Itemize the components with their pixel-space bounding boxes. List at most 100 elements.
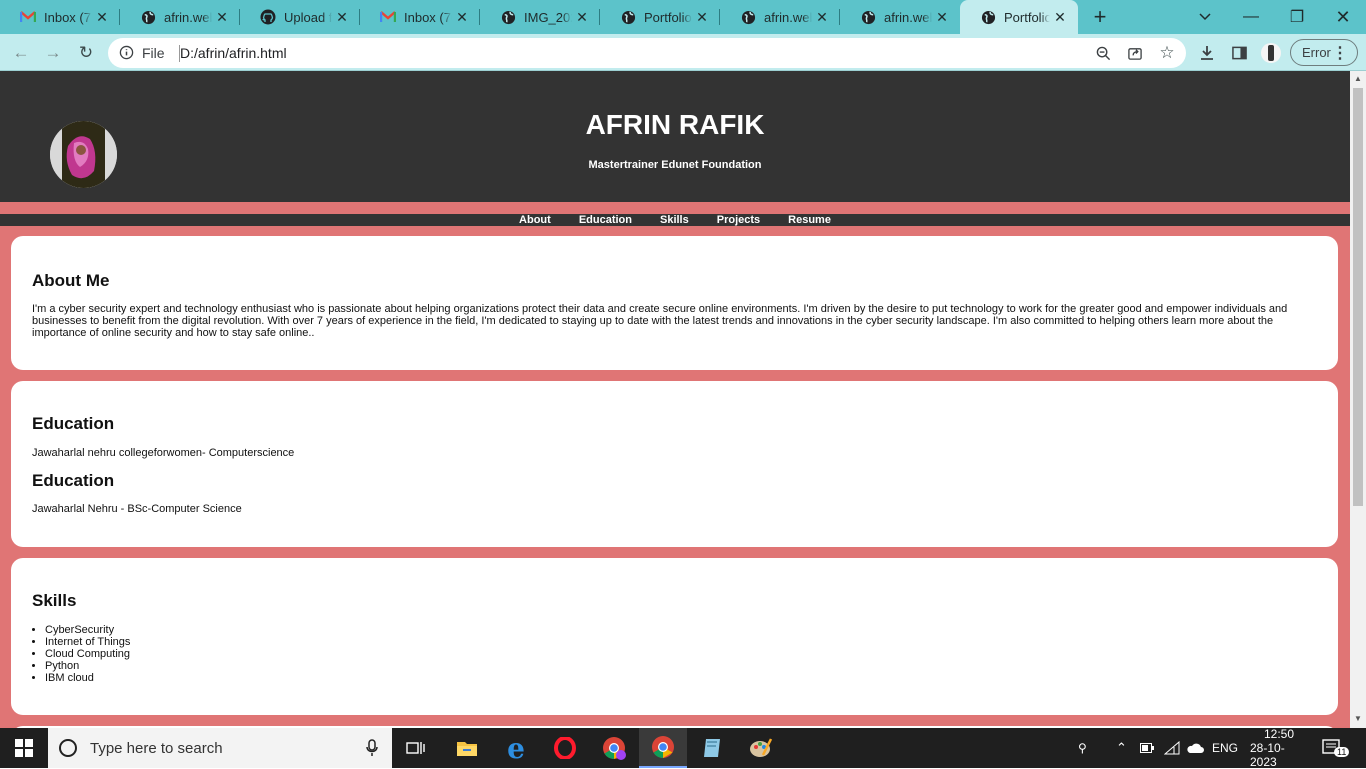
show-hidden-icons-chevron-icon[interactable]: ⌃ (1116, 728, 1127, 768)
share-icon[interactable] (1122, 40, 1148, 66)
microphone-icon[interactable] (366, 739, 378, 762)
site-tagline: Mastertrainer Edunet Foundation (588, 159, 762, 171)
education-entry: Jawaharlal nehru collegeforwomen- Comput… (32, 447, 295, 459)
tab-title: Inbox (70) (404, 9, 452, 25)
page-viewport: AFRIN RAFIK Mastertrainer Edunet Foundat… (0, 71, 1350, 728)
minimize-button[interactable]: — (1228, 0, 1274, 34)
network-icon[interactable] (1164, 728, 1180, 768)
nav-education[interactable]: Education (579, 214, 632, 226)
tab-portfolio-active[interactable]: Portfolio ✕ (960, 0, 1078, 34)
clock-date: 28-10-2023 (1250, 741, 1285, 769)
language-indicator[interactable]: ENG (1212, 728, 1238, 768)
reload-icon[interactable]: ↻ (73, 40, 99, 66)
nav-resume[interactable]: Resume (788, 214, 831, 226)
profile-avatar-icon[interactable] (1258, 40, 1284, 66)
close-icon[interactable]: ✕ (692, 9, 712, 26)
tab-title: Upload file (284, 9, 332, 25)
forward-arrow-icon[interactable]: → (40, 40, 66, 66)
close-icon[interactable]: ✕ (932, 9, 952, 26)
tab-upload-file[interactable]: Upload file ✕ (240, 0, 360, 34)
close-window-button[interactable]: ✕ (1320, 0, 1366, 34)
skills-list: CyberSecurity Internet of Things Cloud C… (45, 624, 130, 684)
chrome-profile-icon[interactable] (590, 728, 638, 768)
battery-icon[interactable] (1140, 728, 1154, 768)
tab-img[interactable]: IMG_2023 ✕ (480, 0, 600, 34)
about-heading: About Me (32, 271, 110, 290)
nav-projects[interactable]: Projects (717, 214, 760, 226)
globe-icon (620, 9, 636, 25)
close-icon[interactable]: ✕ (92, 9, 112, 26)
profile-error-button[interactable]: Error ⋮ (1290, 39, 1358, 66)
close-icon[interactable]: ✕ (572, 9, 592, 26)
scroll-down-arrow-icon[interactable]: ▼ (1354, 714, 1362, 723)
skill-item: Internet of Things (45, 636, 130, 648)
notebook-app-icon[interactable] (688, 728, 736, 768)
search-placeholder: Type here to search (90, 739, 223, 757)
back-arrow-icon[interactable]: ← (8, 40, 34, 66)
browser-toolbar: ← → ↻ File D:/afrin/afrin.html ☆ Error ⋮ (0, 34, 1366, 71)
tab-strip: Inbox (71) ✕ afrin.webp ✕ Upload file ✕ … (0, 0, 1366, 34)
about-text: I'm a cyber security expert and technolo… (32, 303, 1288, 339)
about-section: About Me I'm a cyber security expert and… (11, 236, 1338, 370)
scroll-up-arrow-icon[interactable]: ▲ (1354, 74, 1362, 83)
onedrive-cloud-icon[interactable] (1186, 728, 1204, 768)
close-icon[interactable]: ✕ (332, 9, 352, 26)
clock[interactable]: 12:50 28-10-2023 (1250, 727, 1308, 769)
scheme-label: File (142, 45, 165, 61)
nav-skills[interactable]: Skills (660, 214, 689, 226)
new-tab-button[interactable]: + (1078, 0, 1122, 34)
side-panel-icon[interactable] (1226, 40, 1252, 66)
globe-icon (740, 9, 756, 25)
site-nav: About Education Skills Projects Resume (0, 214, 1350, 226)
menu-dots-icon[interactable]: ⋮ (1332, 43, 1348, 63)
info-icon[interactable] (119, 45, 134, 65)
notification-center-icon[interactable]: 11 (1322, 728, 1350, 768)
windows-start-icon[interactable] (0, 728, 48, 768)
url-text[interactable]: D:/afrin/afrin.html (180, 45, 287, 61)
globe-icon (500, 9, 516, 25)
tab-search-chevron-icon[interactable] (1192, 0, 1218, 34)
people-icon[interactable]: ⚲ (1078, 728, 1087, 768)
globe-icon (980, 9, 996, 25)
page-scrollbar[interactable]: ▲ ▼ (1350, 71, 1366, 728)
edge-legacy-icon[interactable]: e (492, 728, 540, 768)
site-title: AFRIN RAFIK (585, 109, 765, 140)
close-icon[interactable]: ✕ (452, 9, 472, 26)
tab-afrin-webp-2[interactable]: afrin.webp ✕ (720, 0, 840, 34)
opera-icon[interactable] (541, 728, 589, 768)
close-icon[interactable]: ✕ (212, 9, 232, 26)
tab-afrin-webp-3[interactable]: afrin.webp ✕ (840, 0, 960, 34)
chrome-active-icon[interactable] (639, 728, 687, 768)
skills-heading: Skills (32, 591, 77, 610)
file-explorer-icon[interactable] (443, 728, 491, 768)
bookmark-star-icon[interactable]: ☆ (1154, 40, 1180, 66)
tab-inbox-70[interactable]: Inbox (70) ✕ (360, 0, 480, 34)
site-header: AFRIN RAFIK Mastertrainer Edunet Foundat… (0, 71, 1350, 202)
windows-taskbar: Type here to search e ⚲ ⌃ ENG 12:50 28-1… (0, 727, 1366, 769)
gmail-icon (380, 9, 396, 25)
skills-section: Skills CyberSecurity Internet of Things … (11, 558, 1338, 715)
tab-title: Portfolio (1004, 9, 1050, 25)
nav-about[interactable]: About (519, 214, 551, 226)
tab-title: Portfolio (644, 9, 692, 25)
paint-app-icon[interactable] (737, 728, 785, 768)
tab-title: afrin.webp (884, 9, 932, 25)
tab-portfolio[interactable]: Portfolio ✕ (600, 0, 720, 34)
tab-inbox-71[interactable]: Inbox (71) ✕ (0, 0, 120, 34)
taskbar-search-box[interactable]: Type here to search (48, 728, 392, 768)
address-bar[interactable]: File D:/afrin/afrin.html (108, 38, 1186, 68)
scrollbar-thumb[interactable] (1353, 88, 1363, 506)
tab-title: IMG_2023 (524, 9, 572, 25)
close-icon[interactable]: ✕ (1050, 9, 1070, 26)
globe-icon (140, 9, 156, 25)
tab-afrin-webp[interactable]: afrin.webp ✕ (120, 0, 240, 34)
profile-error-label: Error (1302, 45, 1331, 60)
zoom-icon[interactable] (1090, 40, 1116, 66)
education-entry: Jawaharlal Nehru - BSc-Computer Science (32, 503, 242, 515)
notification-badge: 11 (1334, 747, 1350, 757)
tab-title: Inbox (71) (44, 9, 92, 25)
close-icon[interactable]: ✕ (812, 9, 832, 26)
download-icon[interactable] (1194, 40, 1220, 66)
task-view-icon[interactable] (392, 728, 440, 768)
restore-button[interactable]: ❐ (1274, 0, 1320, 34)
